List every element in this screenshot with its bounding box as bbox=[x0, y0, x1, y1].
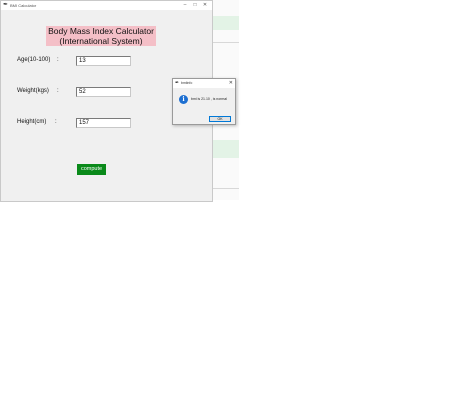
background-divider bbox=[213, 42, 239, 43]
window-title: BMI Calculator bbox=[10, 3, 37, 8]
height-label: Height(cm) bbox=[17, 119, 47, 125]
height-colon: : bbox=[55, 119, 57, 125]
feather-icon: ✒ bbox=[175, 80, 180, 86]
heading-title: Body Mass Index Calculator bbox=[48, 26, 154, 36]
dialog-close-button[interactable]: ✕ bbox=[229, 79, 233, 88]
heading-subtitle: (International System) bbox=[59, 36, 143, 46]
background-divider bbox=[213, 188, 239, 189]
page-heading: Body Mass Index Calculator (Internationa… bbox=[46, 26, 156, 46]
age-label: Age(10-100) bbox=[17, 57, 51, 63]
bmi-info-dialog: ✒ bmiinfo ✕ i bmi is 21.10 , is normal O… bbox=[172, 78, 236, 125]
info-icon: i bbox=[179, 95, 188, 104]
maximize-button[interactable]: □ bbox=[190, 1, 200, 10]
dialog-titlebar[interactable]: ✒ bmiinfo ✕ bbox=[173, 79, 235, 88]
background-highlight bbox=[213, 16, 239, 30]
dialog-message: bmi is 21.10 , is normal bbox=[191, 97, 227, 101]
background-highlight bbox=[213, 140, 239, 158]
height-input[interactable]: 157 bbox=[76, 118, 131, 128]
weight-colon: : bbox=[57, 88, 59, 94]
weight-label: Weight(kgs) bbox=[17, 88, 49, 94]
age-colon: : bbox=[57, 57, 59, 63]
window-titlebar[interactable]: ✒ BMI Calculator – □ ✕ bbox=[1, 1, 212, 10]
dialog-title: bmiinfo bbox=[181, 81, 193, 85]
feather-icon: ✒ bbox=[3, 2, 9, 8]
compute-button[interactable]: compute bbox=[77, 164, 106, 175]
age-input[interactable]: 13 bbox=[76, 56, 131, 66]
minimize-button[interactable]: – bbox=[180, 1, 190, 10]
close-button[interactable]: ✕ bbox=[200, 1, 210, 10]
ok-button[interactable]: OK bbox=[209, 116, 231, 122]
weight-input[interactable]: 52 bbox=[76, 87, 131, 97]
